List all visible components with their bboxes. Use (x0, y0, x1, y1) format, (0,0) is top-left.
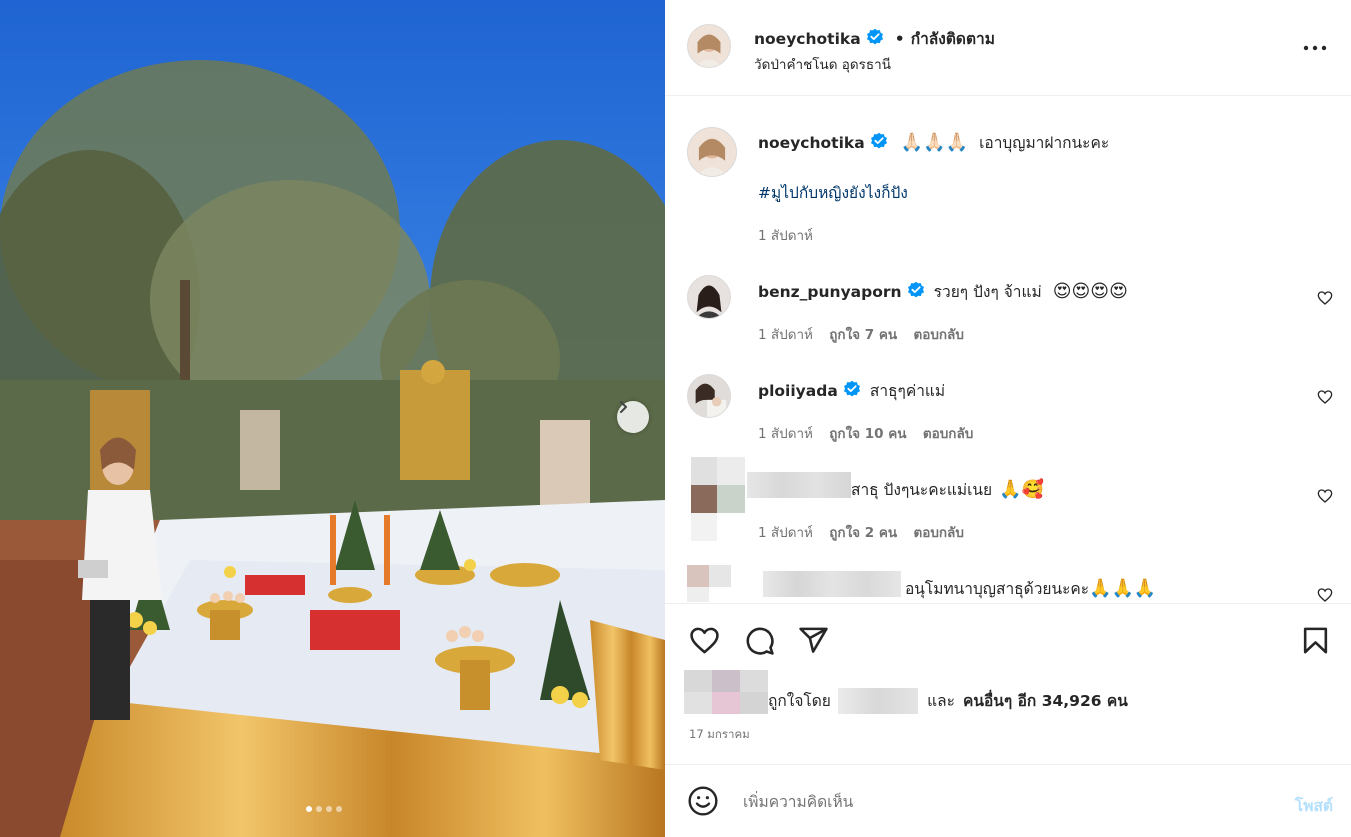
comment-text-row: สาธุ ปังๆนะคะแม่เนย 🙏🥰 (851, 477, 1044, 502)
comment-text: สาธุๆค่าแม่ (869, 382, 946, 400)
verified-badge-icon (907, 281, 925, 303)
commenter-avatar[interactable] (687, 374, 731, 418)
carousel-dot (316, 806, 322, 812)
author-avatar[interactable] (687, 24, 731, 68)
like-heart-icon[interactable] (689, 625, 720, 656)
carousel-indicator (306, 806, 342, 812)
comment-meta: 1 สัปดาห์ ถูกใจ 7 คน ตอบกลับ (758, 323, 964, 345)
comment-text: อนุโมทนาบุญสาธุด้วยนะคะ (905, 580, 1090, 598)
comment-bubble-icon[interactable] (744, 625, 775, 656)
comment-username[interactable]: benz_punyaporn (758, 283, 902, 301)
liked-by-row: ถูกใจโดย และ คนอื่นๆ อีก 34,926 คน (768, 688, 1128, 714)
comment-likes[interactable]: ถูกใจ 2 คน (829, 525, 897, 541)
caption-text: เอาบุญมาฝากนะคะ (979, 134, 1110, 152)
caption-username[interactable]: noeychotika (758, 134, 865, 152)
comments-list[interactable]: noeychotika 🙏🏻🙏🏻🙏🏻 เอาบุญมาฝากนะคะ #มูไป… (665, 97, 1351, 602)
blurred-username[interactable] (747, 472, 851, 498)
temple-offering-photo (0, 0, 665, 837)
comment-text: สาธุ ปังๆนะคะแม่เนย (851, 481, 993, 499)
comment-input[interactable] (743, 787, 1243, 817)
verified-badge-icon (866, 28, 884, 50)
comment-like-heart-icon[interactable] (1317, 389, 1333, 405)
comment-emojis: 🙏🙏🙏 (1089, 578, 1157, 599)
comment-text-row: ploiiyada สาธุๆค่าแม่ (758, 378, 945, 403)
comment-text-row: benz_punyaporn รวยๆ ปังๆ จ้าแม่ 😍😍😍😍 (758, 279, 1128, 304)
comment-time[interactable]: 1 สัปดาห์ (758, 426, 813, 442)
post-comment-button[interactable]: โพสต์ (1295, 793, 1333, 818)
liked-by-avatars-blurred[interactable] (684, 670, 768, 714)
comment-like-heart-icon[interactable] (1317, 290, 1333, 306)
caption-time[interactable]: 1 สัปดาห์ (758, 224, 813, 246)
comment-like-heart-icon[interactable] (1317, 587, 1333, 602)
author-avatar[interactable] (687, 127, 737, 177)
header-title-row: noeychotika • กำลังติดตาม (754, 26, 995, 51)
commenter-avatar-blurred[interactable] (687, 565, 731, 602)
more-options-button[interactable] (1303, 38, 1327, 62)
location-link[interactable]: วัดป่าคำชโนด อุดรธานี (754, 53, 891, 75)
comment-time[interactable]: 1 สัปดาห์ (758, 327, 813, 343)
liked-by-prefix: ถูกใจโดย (768, 692, 831, 710)
post-date[interactable]: 17 มกราคม (689, 726, 750, 744)
carousel-dot (306, 806, 312, 812)
comment-emojis: 😍😍😍😍 (1052, 281, 1128, 302)
author-username[interactable]: noeychotika (754, 30, 861, 48)
following-status-button[interactable]: กำลังติดตาม (911, 30, 995, 48)
blurred-liker-username[interactable] (838, 688, 918, 714)
reply-button[interactable]: ตอบกลับ (913, 327, 963, 343)
liked-by-others-link[interactable]: คนอื่นๆ อีก 34,926 คน (963, 692, 1128, 710)
post-actions: ถูกใจโดย และ คนอื่นๆ อีก 34,926 คน 17 มก… (665, 603, 1351, 763)
comment-likes[interactable]: ถูกใจ 7 คน (829, 327, 897, 343)
comment-time[interactable]: 1 สัปดาห์ (758, 525, 813, 541)
comment-meta: 1 สัปดาห์ ถูกใจ 2 คน ตอบกลับ (758, 521, 964, 543)
emoji-smiley-icon[interactable] (687, 785, 719, 817)
post-header: noeychotika • กำลังติดตาม วัดป่าคำชโนด อุ… (665, 0, 1351, 96)
liked-by-and: และ (927, 692, 955, 710)
commenter-avatar-blurred[interactable] (687, 457, 745, 543)
verified-badge-icon (843, 380, 861, 402)
comment-meta: 1 สัปดาห์ ถูกใจ 10 คน ตอบกลับ (758, 422, 973, 444)
add-comment-bar: โพสต์ (665, 764, 1351, 837)
comment-likes[interactable]: ถูกใจ 10 คน (829, 426, 906, 442)
caption-text-row: noeychotika 🙏🏻🙏🏻🙏🏻 เอาบุญมาฝากนะคะ (758, 130, 1109, 155)
reply-button[interactable]: ตอบกลับ (913, 525, 963, 541)
comment-text: รวยๆ ปังๆ จ้าแม่ (933, 283, 1042, 301)
caption-emojis: 🙏🏻🙏🏻🙏🏻 (900, 132, 969, 153)
post-photo[interactable] (0, 0, 665, 837)
caption-hashtag[interactable]: #มูไปกับหญิงยังไงก็ปัง (758, 180, 908, 205)
comment-username[interactable]: ploiiyada (758, 382, 838, 400)
post-detail-panel: noeychotika • กำลังติดตาม วัดป่าคำชโนด อุ… (665, 0, 1351, 837)
comment-text-row: อนุโมทนาบุญสาธุด้วยนะคะ🙏🙏🙏 (905, 576, 1156, 601)
blurred-username[interactable] (763, 571, 901, 597)
more-horizontal-icon (1303, 45, 1327, 51)
verified-badge-icon (870, 132, 888, 154)
carousel-next-button[interactable] (617, 401, 649, 433)
save-bookmark-icon[interactable] (1300, 625, 1331, 656)
share-send-icon[interactable] (798, 625, 829, 656)
carousel-dot (336, 806, 342, 812)
chevron-right-icon (620, 401, 627, 413)
comment-emojis: 🙏🥰 (999, 479, 1045, 500)
separator-dot: • (894, 30, 905, 48)
reply-button[interactable]: ตอบกลับ (923, 426, 973, 442)
comment-like-heart-icon[interactable] (1317, 488, 1333, 504)
carousel-dot (326, 806, 332, 812)
commenter-avatar[interactable] (687, 275, 731, 319)
